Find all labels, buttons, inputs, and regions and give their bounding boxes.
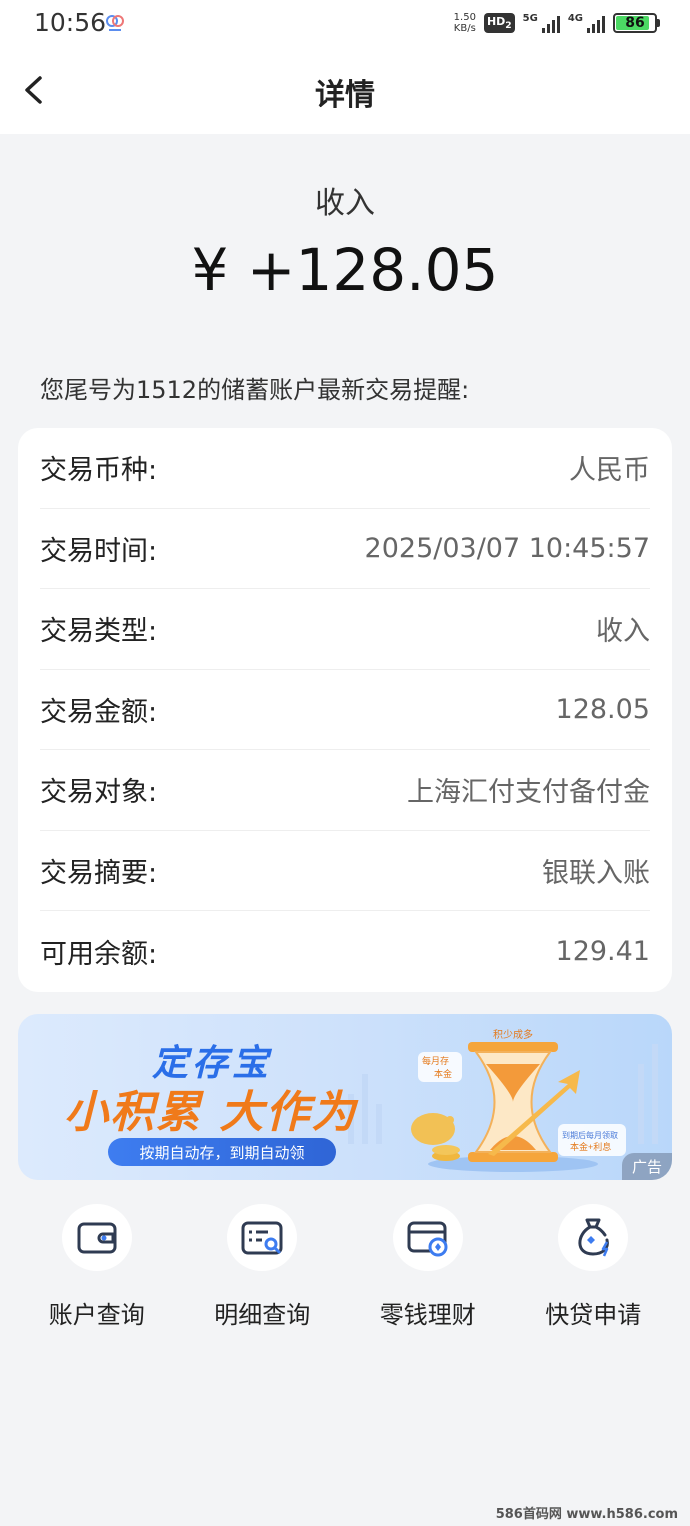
transaction-notice: 您尾号为1512的储蓄账户最新交易提醒: [40,376,470,404]
detail-row-time: 交易时间: 2025/03/07 10:45:57 [40,509,650,589]
hd-sub: 2 [505,20,512,32]
net-speed-value: 1.50 [453,12,476,23]
battery-icon: 86 [613,13,660,33]
detail-row-counterparty: 交易对象: 上海汇付支付备付金 [40,750,650,831]
quick-icon-circle [392,1204,463,1271]
signal-4g-icon: 4G [568,13,605,33]
row-label: 交易对象: [40,777,158,809]
watermark: 586首码网 www.h586.com [495,1507,678,1522]
ad-slogan: 按期自动存，到期自动领 [108,1138,336,1166]
ad-art-card1: 到期后每月领取 [562,1130,618,1140]
ad-art-top: 积少成多 [493,1028,533,1041]
status-bar: 10:56 1.50 KB/s HD2 5G 4G 86 [0,0,690,48]
row-label: 交易币种: [40,455,158,487]
status-indicators: 1.50 KB/s HD2 5G 4G 86 [454,10,660,36]
quick-item-account-query[interactable]: 账户查询 [14,1200,180,1330]
app-notification-icon [106,15,124,31]
net-speed-unit: KB/s [453,23,476,34]
row-label: 交易金额: [40,696,158,728]
row-value: 128.05 [555,693,650,725]
detail-row-type: 交易类型: 收入 [40,589,650,670]
row-value: 上海汇付支付备付金 [407,777,650,809]
quick-icon-circle [227,1204,298,1271]
row-value: 2025/03/07 10:45:57 [364,532,650,564]
quick-icon-circle [558,1204,629,1271]
row-label: 交易摘要: [40,857,158,889]
quick-item-quick-loan[interactable]: 快贷申请 [511,1200,677,1330]
detail-row-amount: 交易金额: 128.05 [40,670,650,750]
detail-search-icon [241,1221,283,1254]
row-value: 人民币 [569,455,650,487]
quick-label: 零钱理财 [379,1301,476,1329]
signal-4g-label: 4G [567,13,583,24]
ad-title-big: 小积累 大作为 [64,1087,358,1138]
detail-row-summary: 交易摘要: 银联入账 [40,831,650,911]
detail-card: 交易币种: 人民币 交易时间: 2025/03/07 10:45:57 交易类型… [18,428,672,992]
row-value: 129.41 [555,935,650,967]
row-label: 交易类型: [40,616,158,648]
quick-label: 快贷申请 [545,1301,642,1329]
ad-art-tag2: 本金 [434,1068,452,1079]
net-speed: 1.50 KB/s [454,12,476,34]
transaction-amount: ¥ +128.05 [191,236,499,304]
row-value: 银联入账 [542,857,650,889]
row-label: 可用余额: [40,938,158,970]
quick-menu: 账户查询 明细查询 零钱理财 快贷申请 [14,1200,676,1330]
hd-label: HD [486,14,506,28]
quick-icon-circle [61,1204,132,1271]
row-label: 交易时间: [40,535,158,567]
quick-item-detail-query[interactable]: 明细查询 [180,1200,346,1330]
ad-art-card2: 本金+利息 [570,1141,611,1152]
signal-5g-label: 5G [522,13,538,24]
quick-label: 账户查询 [48,1301,145,1329]
card-coin-icon [407,1221,448,1256]
quick-label: 明细查询 [214,1301,311,1329]
hd-badge: HD2 [483,12,515,34]
battery-level: 86 [625,15,645,31]
detail-row-balance: 可用余额: 129.41 [40,911,650,992]
ad-tag: 广告 [621,1153,672,1180]
row-value: 收入 [596,616,650,648]
nav-bar: 详情 [0,48,690,134]
ad-banner[interactable]: 定存宝 小积累 大作为 按期自动存，到期自动领 每月存 本金 积少成多 到期后每… [18,1014,672,1180]
status-time: 10:56 [34,8,107,37]
detail-row-currency: 交易币种: 人民币 [40,428,650,509]
hourglass-coins-illustration-icon: 每月存 本金 积少成多 到期后每月领取 本金+利息 [411,1028,626,1172]
money-bag-icon [578,1218,610,1256]
quick-item-change-finance[interactable]: 零钱理财 [345,1200,511,1330]
page-title: 详情 [315,78,375,113]
transaction-type-heading: 收入 [315,186,375,221]
ad-art-tag1: 每月存 [422,1055,449,1066]
signal-5g-icon: 5G [523,13,560,33]
wallet-icon [77,1222,117,1253]
